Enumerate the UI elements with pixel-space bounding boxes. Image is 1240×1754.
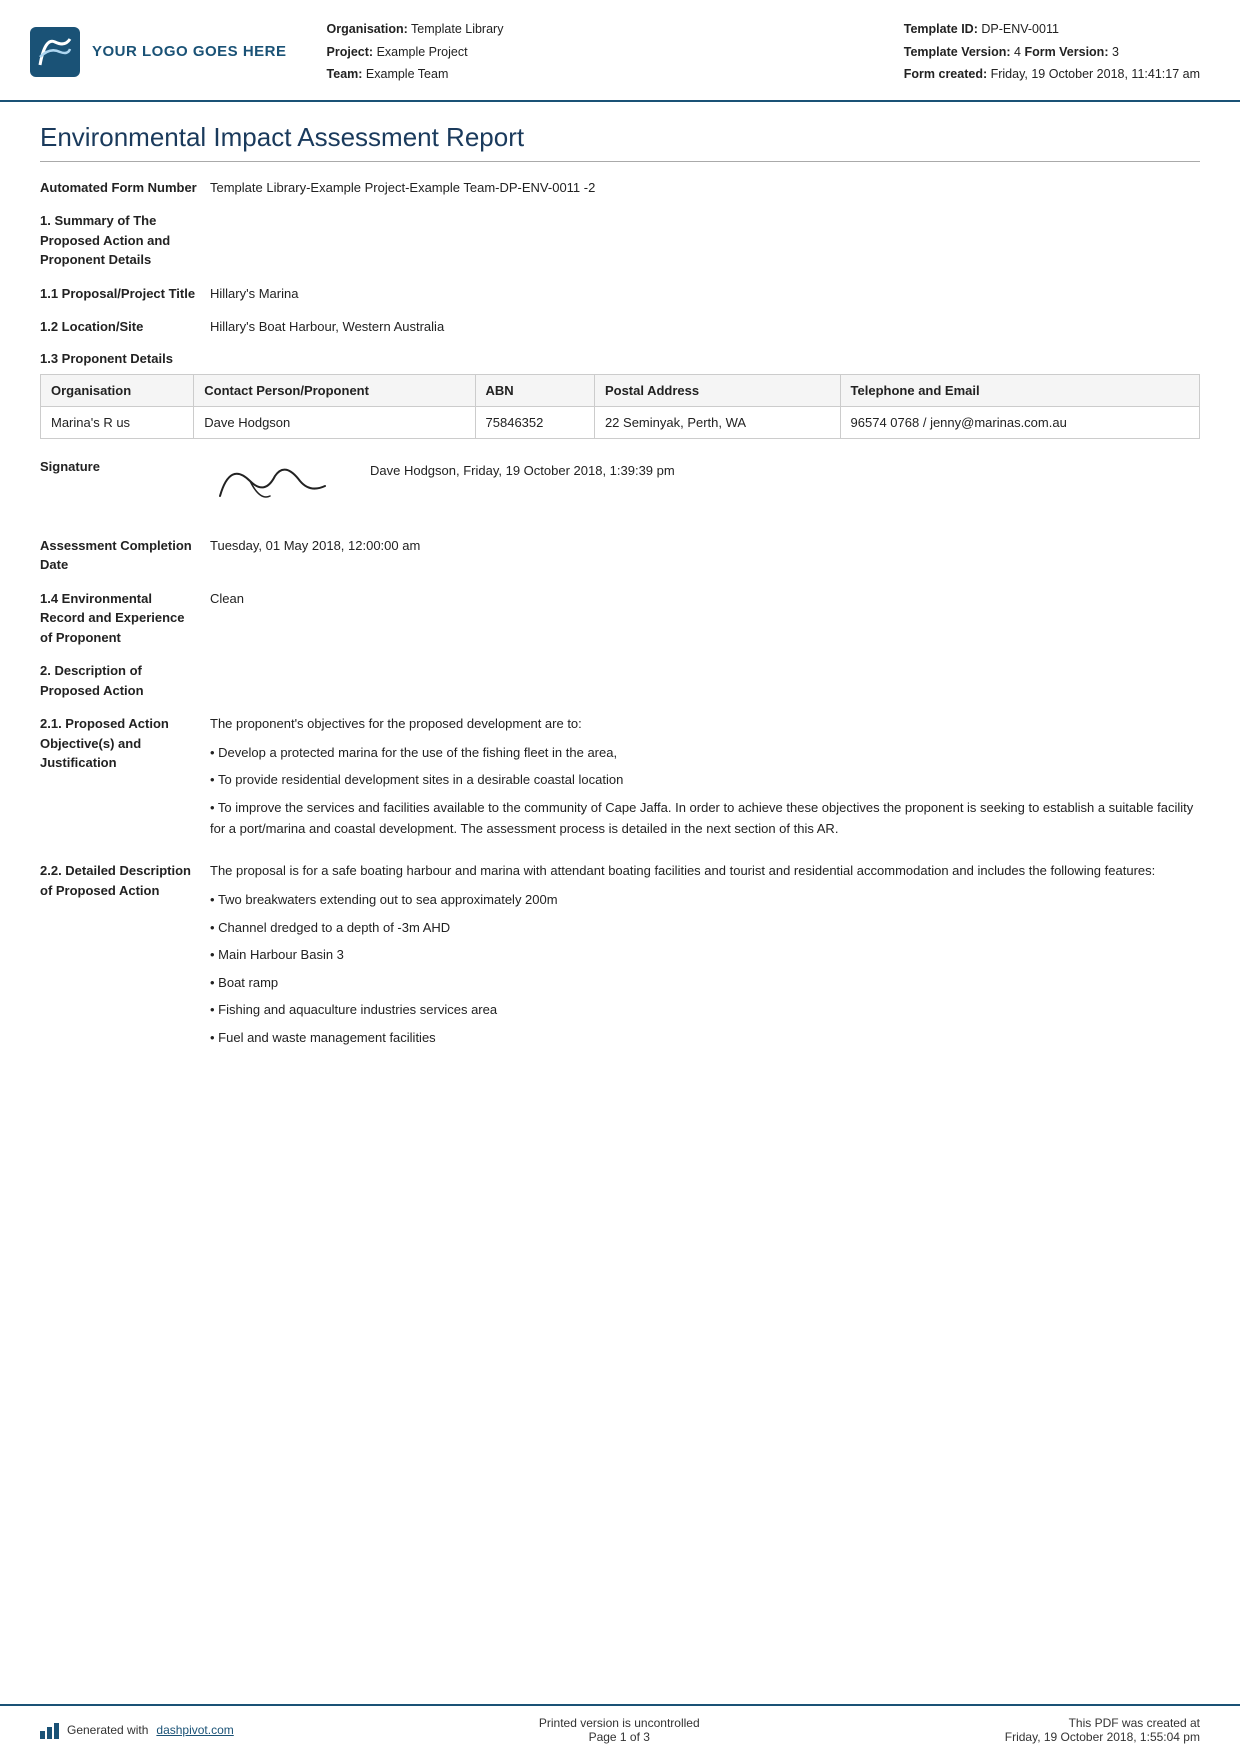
section1-3-label: 1.3 Proponent Details [40, 351, 1200, 366]
proponent-table: Organisation Contact Person/Proponent AB… [40, 374, 1200, 439]
team-value: Example Team [366, 67, 448, 81]
bullet-item: To provide residential development sites… [210, 770, 1200, 790]
template-id-row: Template ID: DP-ENV-0011 [904, 18, 1200, 41]
bullet-item: Channel dredged to a depth of -3m AHD [210, 918, 1200, 938]
cell-telephone_email: 96574 0768 / jenny@marinas.com.au [840, 406, 1199, 438]
footer-center-line2: Page 1 of 3 [539, 1730, 700, 1744]
section1-1-label: 1.1 Proposal/Project Title [40, 284, 210, 304]
form-version-label: Form Version: [1024, 45, 1108, 59]
table-header-row: Organisation Contact Person/Proponent AB… [41, 374, 1200, 406]
generated-link[interactable]: dashpivot.com [156, 1723, 233, 1737]
signature-row: Signature Dave Hodgson, Friday, 19 Octob… [40, 457, 1200, 520]
section2-label: 2. Description of Proposed Action [40, 661, 210, 700]
form-number-row: Automated Form Number Template Library-E… [40, 178, 1200, 198]
section2-1-content: The proponent's objectives for the propo… [210, 714, 1200, 847]
section2-2-row: 2.2. Detailed Description of Proposed Ac… [40, 861, 1200, 1055]
template-version-label: Template Version: [904, 45, 1011, 59]
section1-4-row: 1.4 Environmental Record and Experience … [40, 589, 1200, 648]
header-middle: Organisation: Template Library Project: … [287, 18, 904, 86]
section1-row: 1. Summary of The Proposed Action and Pr… [40, 211, 1200, 270]
form-number-value: Template Library-Example Project-Example… [210, 178, 1200, 198]
col-organisation: Organisation [41, 374, 194, 406]
form-created-value: Friday, 19 October 2018, 11:41:17 am [991, 67, 1200, 81]
section2-2-intro: The proposal is for a safe boating harbo… [210, 861, 1200, 882]
logo-area: YOUR LOGO GOES HERE [30, 18, 287, 86]
form-version-value: 3 [1112, 45, 1119, 59]
header-right: Template ID: DP-ENV-0011 Template Versio… [904, 18, 1200, 86]
cell-postal_address: 22 Seminyak, Perth, WA [594, 406, 840, 438]
org-value: Template Library [411, 22, 503, 36]
footer-right-line1: This PDF was created at [1005, 1716, 1200, 1730]
bullet-item: Boat ramp [210, 973, 1200, 993]
signature-cursive [210, 451, 340, 520]
footer: Generated with dashpivot.com Printed ver… [0, 1704, 1240, 1754]
section1-1-value: Hillary's Marina [210, 284, 1200, 304]
header: YOUR LOGO GOES HERE Organisation: Templa… [0, 0, 1240, 102]
project-label: Project: [327, 45, 374, 59]
assessment-completion-value: Tuesday, 01 May 2018, 12:00:00 am [210, 536, 1200, 556]
form-created-label: Form created: [904, 67, 987, 81]
bullet-item: Two breakwaters extending out to sea app… [210, 890, 1200, 910]
cell-organisation: Marina's R us [41, 406, 194, 438]
template-id-value: DP-ENV-0011 [981, 22, 1059, 36]
project-row: Project: Example Project [327, 41, 904, 64]
section2-2-content: The proposal is for a safe boating harbo… [210, 861, 1200, 1055]
section2-1-label: 2.1. Proposed Action Objective(s) and Ju… [40, 714, 210, 773]
bullet-item: Fuel and waste management facilities [210, 1028, 1200, 1048]
section1-4-value: Clean [210, 589, 1200, 609]
generated-text: Generated with [67, 1723, 148, 1737]
project-value: Example Project [377, 45, 468, 59]
signature-content: Dave Hodgson, Friday, 19 October 2018, 1… [210, 457, 1200, 520]
form-created-row: Form created: Friday, 19 October 2018, 1… [904, 63, 1200, 86]
org-row: Organisation: Template Library [327, 18, 904, 41]
report-title: Environmental Impact Assessment Report [40, 122, 1200, 162]
assessment-completion-label: Assessment Completion Date [40, 536, 210, 575]
section1-4-label: 1.4 Environmental Record and Experience … [40, 589, 210, 648]
section1-2-label: 1.2 Location/Site [40, 317, 210, 337]
footer-left: Generated with dashpivot.com [40, 1721, 234, 1739]
section2-row: 2. Description of Proposed Action [40, 661, 1200, 700]
bullet-item: Develop a protected marina for the use o… [210, 743, 1200, 763]
assessment-completion-row: Assessment Completion Date Tuesday, 01 M… [40, 536, 1200, 575]
section2-2-label: 2.2. Detailed Description of Proposed Ac… [40, 861, 210, 900]
dashpivot-icon [40, 1721, 59, 1739]
main-content: Environmental Impact Assessment Report A… [0, 102, 1240, 1705]
footer-center-line1: Printed version is uncontrolled [539, 1716, 700, 1730]
section1-label: 1. Summary of The Proposed Action and Pr… [40, 211, 210, 270]
section2-1-para: • To improve the services and facilities… [210, 798, 1200, 840]
footer-right: This PDF was created at Friday, 19 Octob… [1005, 1716, 1200, 1744]
page: YOUR LOGO GOES HERE Organisation: Templa… [0, 0, 1240, 1754]
section2-1-intro: The proponent's objectives for the propo… [210, 714, 1200, 735]
signature-label: Signature [40, 457, 210, 477]
team-row: Team: Example Team [327, 63, 904, 86]
section2-2-bullets: Two breakwaters extending out to sea app… [210, 890, 1200, 1047]
section2-1-bullets: Develop a protected marina for the use o… [210, 743, 1200, 790]
form-number-label: Automated Form Number [40, 178, 210, 198]
template-id-label: Template ID: [904, 22, 978, 36]
table-row: Marina's R usDave Hodgson7584635222 Semi… [41, 406, 1200, 438]
bullet-item: Fishing and aquaculture industries servi… [210, 1000, 1200, 1020]
template-version-value: 4 [1014, 45, 1021, 59]
cell-abn: 75846352 [475, 406, 594, 438]
org-label: Organisation: [327, 22, 408, 36]
footer-right-line2: Friday, 19 October 2018, 1:55:04 pm [1005, 1730, 1200, 1744]
cell-contact: Dave Hodgson [194, 406, 475, 438]
section1-2-value: Hillary's Boat Harbour, Western Australi… [210, 317, 1200, 337]
signature-text: Dave Hodgson, Friday, 19 October 2018, 1… [370, 457, 675, 478]
footer-center: Printed version is uncontrolled Page 1 o… [539, 1716, 700, 1744]
col-contact: Contact Person/Proponent [194, 374, 475, 406]
logo-icon [30, 27, 80, 77]
template-version-row: Template Version: 4 Form Version: 3 [904, 41, 1200, 64]
col-abn: ABN [475, 374, 594, 406]
col-postal: Postal Address [594, 374, 840, 406]
logo-text: YOUR LOGO GOES HERE [92, 43, 287, 60]
section2-1-row: 2.1. Proposed Action Objective(s) and Ju… [40, 714, 1200, 847]
team-label: Team: [327, 67, 363, 81]
bullet-item: Main Harbour Basin 3 [210, 945, 1200, 965]
col-telephone: Telephone and Email [840, 374, 1199, 406]
section1-1-row: 1.1 Proposal/Project Title Hillary's Mar… [40, 284, 1200, 304]
section1-2-row: 1.2 Location/Site Hillary's Boat Harbour… [40, 317, 1200, 337]
